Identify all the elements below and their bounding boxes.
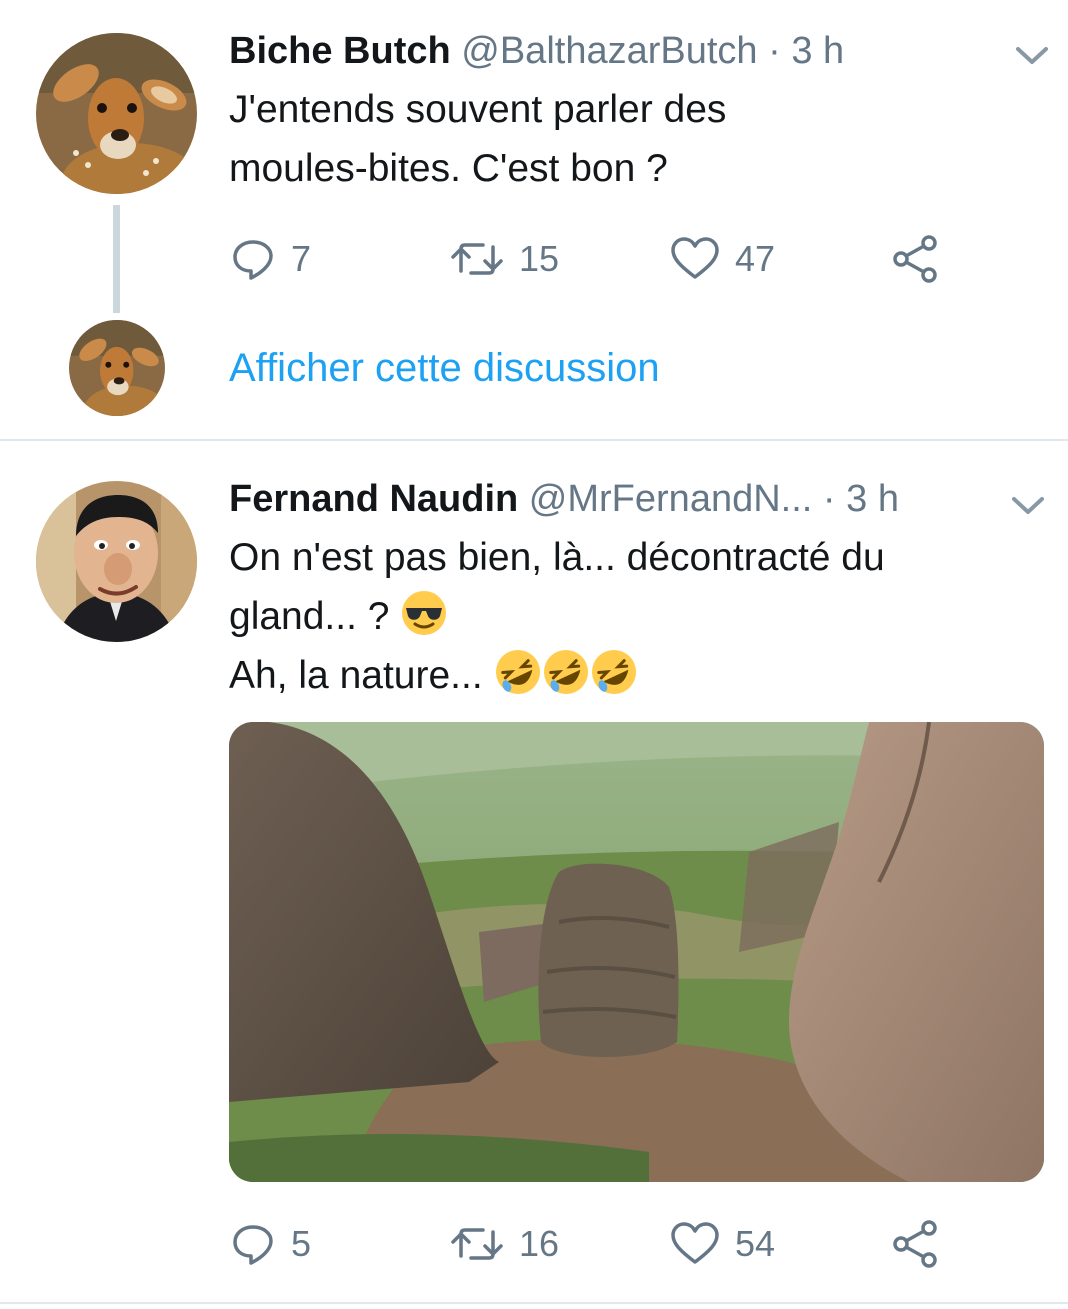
author-handle[interactable]: @BalthazarButch (461, 30, 757, 72)
tweet-text: On n'est pas bien, là... décontracté du … (229, 528, 885, 705)
tweet-actions: 7 15 47 (229, 234, 949, 284)
tweet-menu-button[interactable] (1012, 40, 1052, 70)
reply-icon (233, 240, 273, 280)
reply-count: 5 (291, 1223, 312, 1264)
tweet-photo[interactable] (229, 722, 1044, 1182)
retweet-icon (451, 1228, 503, 1260)
reply-button[interactable]: 7 (229, 234, 311, 284)
tweet-timestamp[interactable]: 3 h (791, 30, 844, 72)
tweet-text-line: moules-bites. C'est bon ? (229, 147, 668, 190)
rofl-emoji-icon (543, 650, 588, 694)
separator-dot: · (768, 30, 781, 72)
reply-button[interactable]: 5 (229, 1219, 311, 1269)
avatar-biche-butch[interactable] (36, 33, 197, 194)
retweet-button[interactable]: 16 (449, 1219, 559, 1269)
avatar-fernand-naudin[interactable] (36, 481, 197, 642)
tweet-divider (0, 1302, 1068, 1304)
tweet-text-fragment: gland... ? (229, 595, 390, 638)
reply-icon (233, 1225, 273, 1265)
tweet-header: Fernand Naudin @MrFernandN... · 3 h (229, 477, 899, 521)
retweet-button[interactable]: 15 (449, 234, 559, 284)
share-button[interactable] (889, 234, 941, 284)
tweet-timestamp[interactable]: 3 h (846, 478, 899, 520)
author-handle[interactable]: @MrFernandN... (529, 478, 813, 520)
tweet-actions: 5 16 54 (229, 1219, 949, 1269)
tweet-header: Biche Butch @BalthazarButch · 3 h (229, 29, 844, 73)
chevron-down-icon (1016, 47, 1048, 64)
deer-avatar-image (36, 33, 197, 194)
reply-count: 7 (291, 238, 312, 279)
like-button[interactable]: 47 (669, 234, 775, 284)
tweet-text-fragment: Ah, la nature... (229, 654, 483, 697)
like-count: 54 (735, 1223, 776, 1264)
share-button[interactable] (889, 1219, 941, 1269)
rofl-emoji-icon (591, 650, 636, 694)
tweet-text: J'entends souvent parler des moules-bite… (229, 80, 726, 198)
landscape-rocks-image (229, 722, 1044, 1182)
deer-avatar-image (69, 320, 165, 416)
tweet-text-line: On n'est pas bien, là... décontracté du (229, 536, 885, 579)
tweet-text-line: gland... ? (229, 587, 885, 646)
chevron-down-icon (1012, 497, 1044, 514)
sunglasses-emoji-icon (402, 591, 447, 635)
tweet-text-line: Ah, la nature... (229, 646, 885, 705)
tweet-menu-button[interactable] (1008, 490, 1048, 520)
like-icon (671, 1222, 719, 1264)
show-thread-link[interactable]: Afficher cette discussion (229, 342, 660, 394)
caricature-avatar-image (36, 481, 197, 642)
like-button[interactable]: 54 (669, 1219, 775, 1269)
tweet-divider (0, 439, 1068, 441)
separator-dot: · (822, 478, 836, 520)
author-name[interactable]: Biche Butch (229, 30, 451, 72)
thread-connector-line (113, 205, 120, 313)
retweet-count: 15 (519, 238, 560, 279)
like-icon (671, 237, 719, 279)
avatar-biche-butch-small[interactable] (69, 320, 165, 416)
retweet-icon (451, 243, 503, 275)
tweet-text-line: J'entends souvent parler des (229, 88, 727, 131)
like-count: 47 (735, 238, 776, 279)
author-name[interactable]: Fernand Naudin (229, 478, 518, 520)
retweet-count: 16 (519, 1223, 560, 1264)
rofl-emoji-icon (495, 650, 540, 694)
share-icon (893, 1220, 937, 1268)
share-icon (893, 235, 937, 283)
